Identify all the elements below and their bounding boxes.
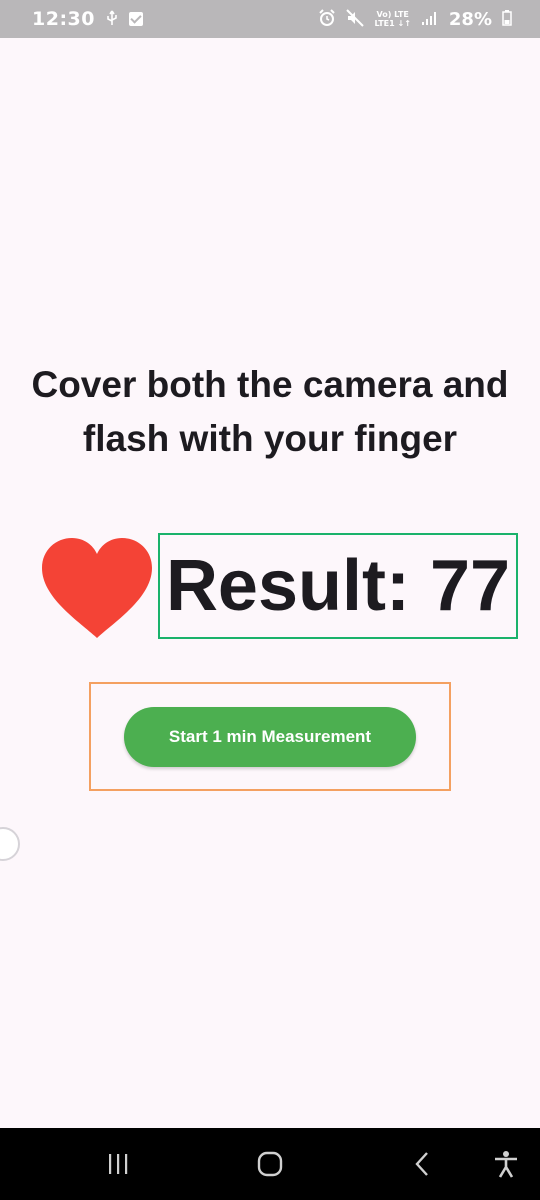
- signal-icon: [421, 10, 439, 29]
- mute-icon: [346, 8, 365, 30]
- accessibility-icon[interactable]: [476, 1128, 536, 1200]
- result-box: Result: 77: [158, 533, 518, 639]
- result-text: Result: 77: [165, 546, 511, 626]
- floating-handle[interactable]: [0, 827, 20, 861]
- recent-apps-icon[interactable]: [88, 1128, 148, 1200]
- alarm-icon: [318, 8, 336, 30]
- heart-icon: [40, 536, 154, 640]
- check-icon: [128, 12, 143, 26]
- start-measurement-button[interactable]: Start 1 min Measurement: [124, 706, 416, 767]
- lte-top-label: Vo) LTE: [376, 10, 409, 19]
- lte-bottom-label: LTE1 ↓↑: [374, 19, 411, 28]
- battery-icon: [502, 9, 512, 29]
- status-bar: 12:30 Vo) LTE LTE1 ↓↑ 28%: [0, 0, 540, 38]
- status-left: 12:30: [32, 8, 143, 30]
- lte-indicator: Vo) LTE LTE1 ↓↑: [374, 10, 410, 28]
- back-icon[interactable]: [392, 1128, 452, 1200]
- navigation-bar: [0, 1128, 540, 1200]
- start-button-frame: Start 1 min Measurement: [89, 682, 451, 791]
- battery-percent: 28%: [448, 8, 492, 30]
- instruction-text: Cover both the camera and flash with you…: [31, 364, 509, 459]
- usb-icon: [105, 10, 119, 29]
- status-time: 12:30: [32, 8, 95, 30]
- app-screen: 12:30 Vo) LTE LTE1 ↓↑ 28% Cover both the…: [0, 0, 540, 1200]
- status-right: Vo) LTE LTE1 ↓↑ 28%: [318, 9, 512, 30]
- home-icon[interactable]: [240, 1128, 300, 1200]
